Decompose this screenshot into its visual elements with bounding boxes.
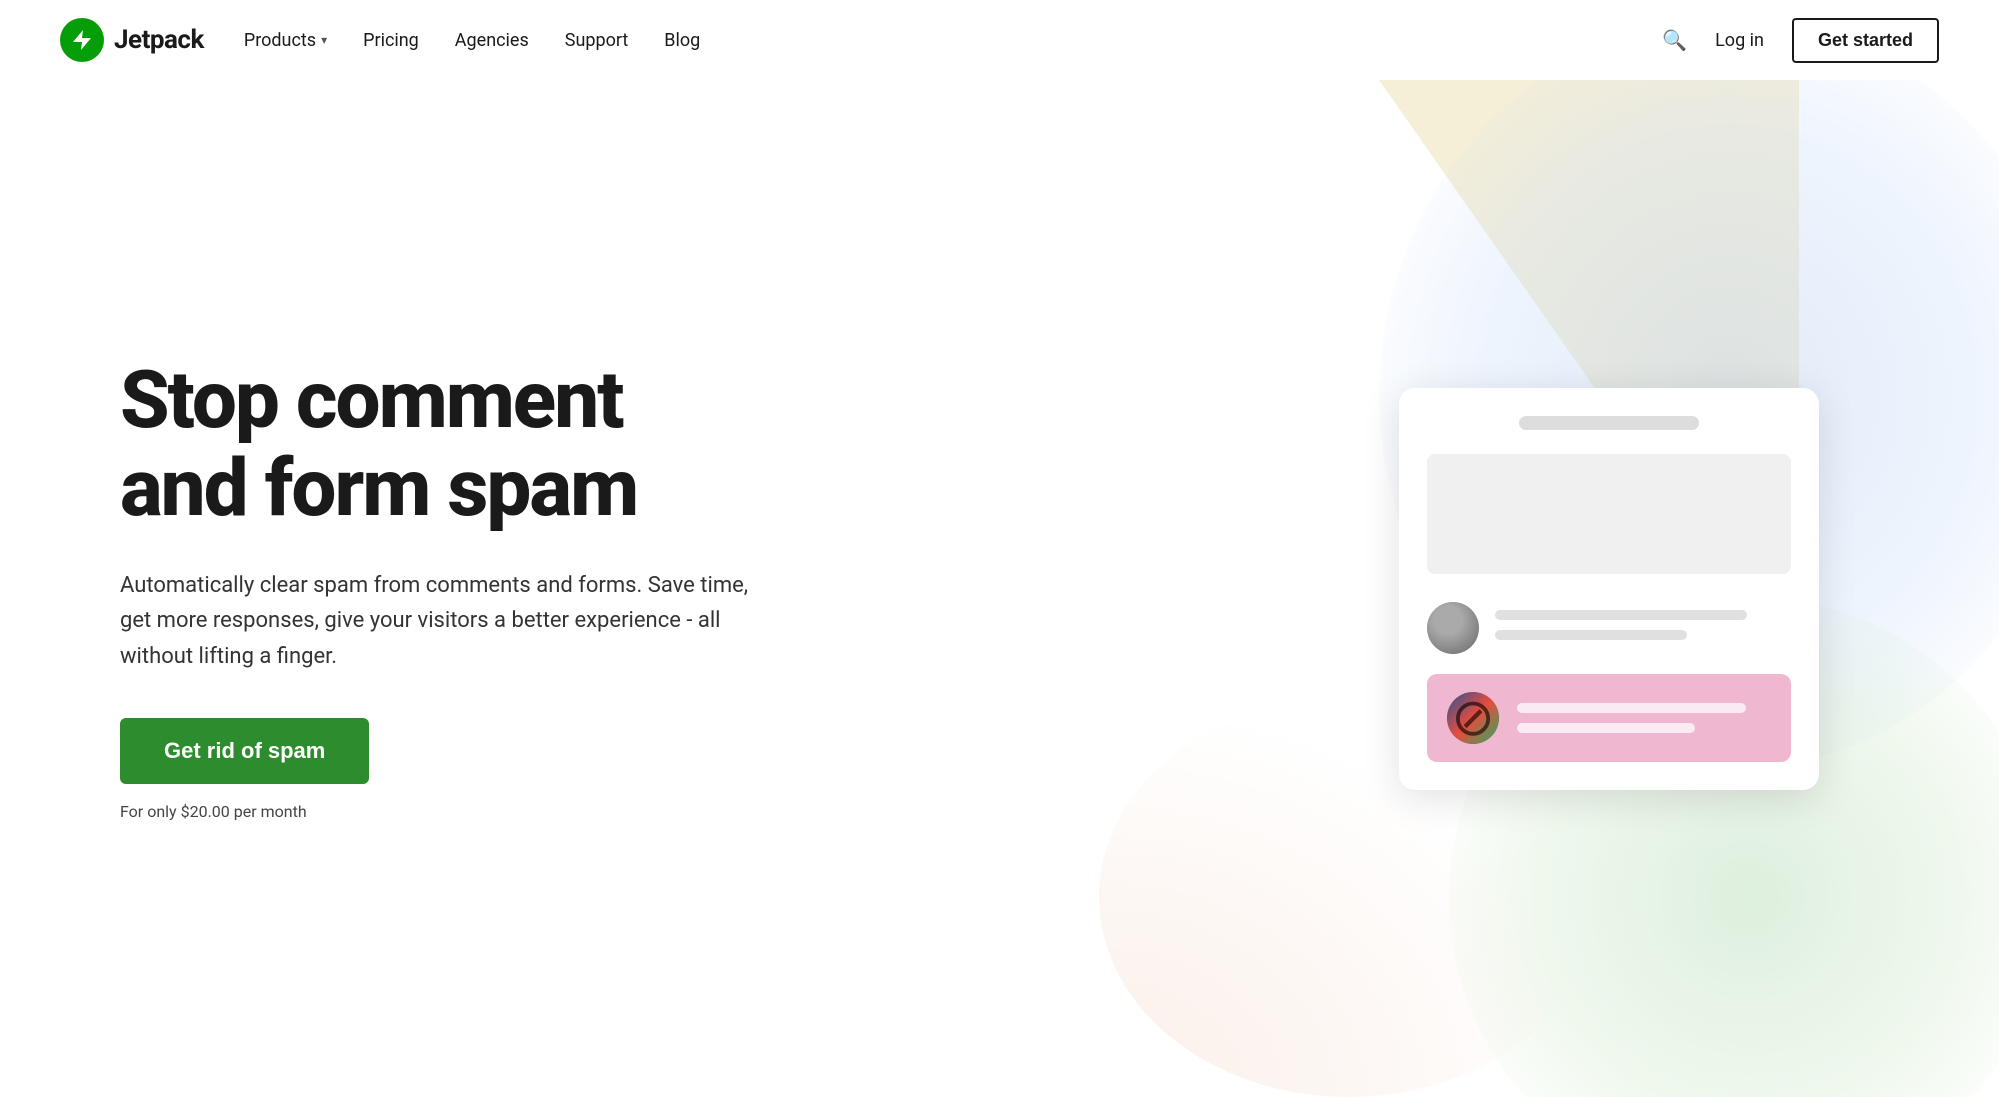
comment-line-1 bbox=[1495, 610, 1747, 620]
spam-avatar-inner bbox=[1447, 692, 1499, 744]
nav-pricing-label: Pricing bbox=[363, 30, 419, 51]
spam-line-2 bbox=[1517, 723, 1695, 733]
nav-blog-label: Blog bbox=[664, 30, 700, 51]
hero-title-line2: and form spam bbox=[120, 441, 637, 535]
card-mockup bbox=[1399, 388, 1819, 790]
nav-support-label: Support bbox=[565, 30, 629, 51]
comment-lines bbox=[1495, 602, 1791, 650]
price-note: For only $20.00 per month bbox=[120, 802, 770, 821]
card-spam-row bbox=[1427, 674, 1791, 762]
card-image-placeholder bbox=[1427, 454, 1791, 574]
get-started-button[interactable]: Get started bbox=[1792, 18, 1939, 63]
logo[interactable]: Jetpack bbox=[60, 18, 204, 62]
nav-products-label: Products bbox=[244, 30, 316, 51]
nav-links: Products ▾ Pricing Agencies Support Blog bbox=[244, 30, 700, 51]
hero-title-line1: Stop comment bbox=[120, 353, 623, 447]
login-link[interactable]: Log in bbox=[1715, 30, 1764, 51]
spam-avatar bbox=[1447, 692, 1499, 744]
hero-title: Stop comment and form spam bbox=[120, 356, 770, 532]
card-top-bar bbox=[1519, 416, 1699, 430]
search-button[interactable]: 🔍 bbox=[1662, 28, 1687, 53]
cta-button[interactable]: Get rid of spam bbox=[120, 718, 369, 784]
card-comment-row bbox=[1427, 602, 1791, 654]
navbar-right: 🔍 Log in Get started bbox=[1662, 18, 1939, 63]
search-icon: 🔍 bbox=[1662, 28, 1687, 53]
spam-lines bbox=[1517, 703, 1771, 733]
comment-line-2 bbox=[1495, 630, 1687, 640]
lightning-icon bbox=[70, 28, 94, 52]
spam-line-1 bbox=[1517, 703, 1746, 713]
hero-section: Stop comment and form spam Automatically… bbox=[0, 80, 1999, 1097]
nav-support[interactable]: Support bbox=[565, 30, 629, 51]
navbar: Jetpack Products ▾ Pricing Agencies Supp… bbox=[0, 0, 1999, 80]
logo-icon bbox=[60, 18, 104, 62]
hero-content: Stop comment and form spam Automatically… bbox=[0, 356, 770, 821]
nav-blog[interactable]: Blog bbox=[664, 30, 700, 51]
hero-description: Automatically clear spam from comments a… bbox=[120, 568, 770, 674]
nav-products[interactable]: Products ▾ bbox=[244, 30, 327, 51]
chevron-down-icon: ▾ bbox=[321, 33, 327, 47]
hero-illustration bbox=[1399, 388, 1819, 790]
nav-agencies[interactable]: Agencies bbox=[455, 30, 529, 51]
logo-text: Jetpack bbox=[114, 25, 204, 55]
nav-agencies-label: Agencies bbox=[455, 30, 529, 51]
comment-avatar bbox=[1427, 602, 1479, 654]
navbar-left: Jetpack Products ▾ Pricing Agencies Supp… bbox=[60, 18, 700, 62]
nav-pricing[interactable]: Pricing bbox=[363, 30, 419, 51]
comment-avatar-inner bbox=[1427, 602, 1479, 654]
